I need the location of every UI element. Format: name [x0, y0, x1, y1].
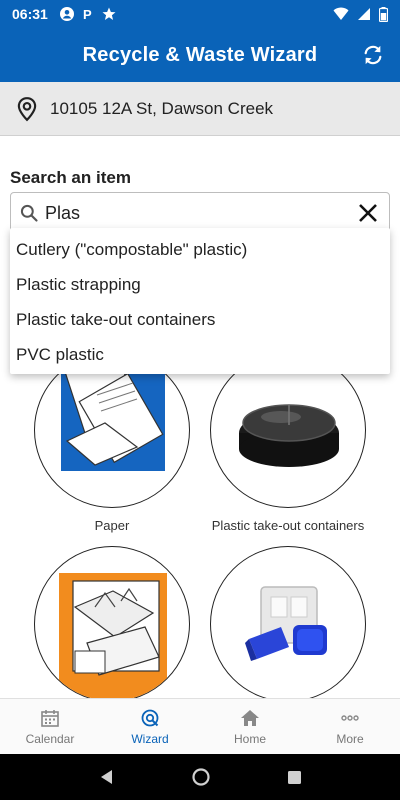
- nav-calendar[interactable]: Calendar: [0, 699, 100, 754]
- parking-icon: P: [83, 7, 92, 21]
- suggestion-item[interactable]: Plastic strapping: [10, 267, 390, 302]
- status-bar: 06:31 P: [0, 0, 400, 28]
- nav-label: Wizard: [131, 731, 169, 746]
- address-bar[interactable]: 10105 12A St, Dawson Creek: [0, 82, 400, 136]
- suggestion-item[interactable]: Cutlery ("compostable" plastic): [10, 232, 390, 267]
- address-text: 10105 12A St, Dawson Creek: [50, 98, 274, 118]
- suggestion-item[interactable]: Plastic take-out containers: [10, 302, 390, 337]
- close-icon: [359, 204, 377, 222]
- tile-mixed-paper[interactable]: [32, 546, 192, 700]
- home-icon: [241, 709, 259, 726]
- tile-caption: Plastic take-out containers: [211, 518, 365, 533]
- tile-plastic-takeout[interactable]: Plastic take-out containers: [208, 352, 368, 534]
- app-title: Recycle & Waste Wizard: [82, 43, 318, 66]
- search-icon: [20, 204, 38, 222]
- nav-more[interactable]: More: [300, 699, 400, 754]
- back-icon[interactable]: [99, 769, 115, 785]
- tile-paper[interactable]: Paper: [32, 352, 192, 534]
- paper-image: [34, 352, 190, 508]
- nav-home[interactable]: Home: [200, 699, 300, 754]
- plastic-packaging-image: [210, 546, 366, 700]
- wifi-icon: [333, 7, 349, 20]
- material-grid: Paper Plastic take-out containers: [0, 330, 400, 700]
- battery-icon: [379, 6, 388, 22]
- app-bar: Recycle & Waste Wizard: [0, 28, 400, 82]
- home-circle-icon[interactable]: [191, 768, 210, 786]
- suggestion-item[interactable]: PVC plastic: [10, 337, 390, 372]
- mixed-paper-image: [34, 546, 190, 700]
- location-pin-icon: [17, 96, 37, 121]
- search-label: Search an item: [10, 168, 131, 187]
- more-icon: [341, 714, 359, 721]
- star-icon: [102, 7, 116, 20]
- takeout-container-image: [210, 352, 366, 508]
- tile-caption: Paper: [94, 518, 130, 533]
- suggestion-dropdown: Cutlery ("compostable" plastic) Plastic …: [10, 228, 390, 374]
- nav-label: Calendar: [25, 731, 75, 746]
- refresh-icon: [364, 45, 382, 65]
- bottom-navigation: Calendar Wizard Home More: [0, 698, 400, 754]
- account-circle-icon: [59, 7, 74, 21]
- wizard-icon: [141, 709, 159, 726]
- svg-text:P: P: [83, 7, 92, 21]
- clear-search-button[interactable]: [355, 200, 381, 226]
- refresh-button[interactable]: [360, 42, 386, 68]
- calendar-icon: [41, 709, 59, 727]
- nav-label: Home: [233, 731, 266, 746]
- recents-icon[interactable]: [287, 770, 302, 785]
- status-time: 06:31: [12, 6, 48, 22]
- signal-icon: [358, 8, 370, 20]
- search-input[interactable]: [45, 202, 355, 224]
- tile-plastic-packaging[interactable]: [208, 546, 368, 700]
- nav-label: More: [336, 731, 364, 746]
- system-navigation-bar: [0, 754, 400, 800]
- nav-wizard[interactable]: Wizard: [100, 699, 200, 754]
